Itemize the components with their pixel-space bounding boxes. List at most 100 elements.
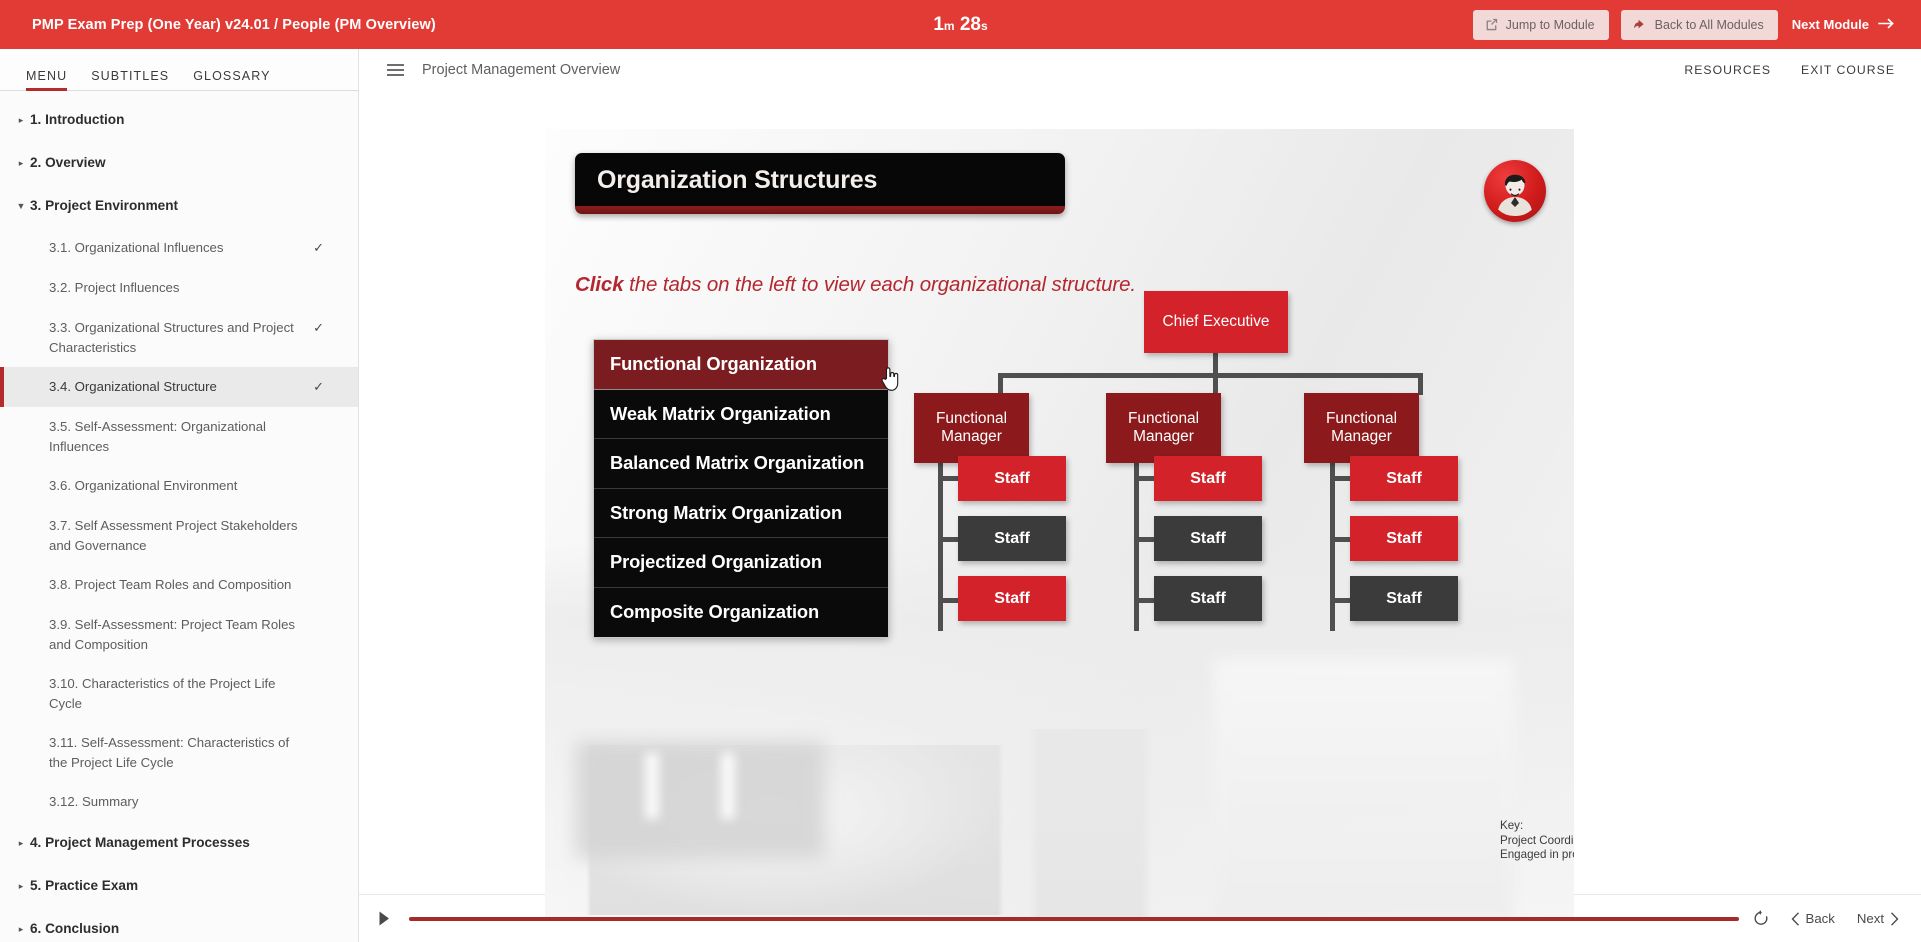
play-icon [379,911,389,926]
next-button[interactable]: Next [1857,911,1899,926]
slide-background-blur-shape-2 [645,753,659,819]
org-node-staff-c1-r2: Staff [958,516,1066,561]
chevron-right-icon: ▸ [18,158,24,168]
sidebar-lesson-13[interactable]: 3.11. Self-Assessment: Characteristics o… [0,723,358,782]
sidebar-lesson-8[interactable]: 3.6. Organizational Environment [0,466,358,506]
timer-seconds-unit: s [980,18,988,33]
course-breadcrumb-title: PMP Exam Prep (One Year) v24.01 / People… [32,16,436,33]
chart-legend: Key: Project Coordination Engaged in pro… [1500,819,1574,863]
org-node-staff-c2-r3: Staff [1154,576,1262,621]
sidebar-lesson-label: 3.8. Project Team Roles and Composition [49,577,292,592]
top-bar-actions: Jump to Module Back to All Modules Next … [1472,9,1897,40]
back-button[interactable]: Back [1791,911,1835,926]
sidebar-section-17[interactable]: ▸ 6. Conclusion [0,908,358,942]
sidebar-lesson-5[interactable]: 3.3. Organizational Structures and Proje… [0,308,358,367]
course-outline-list[interactable]: ▸ 1. Introduction ▸ 2. Overview ▼ 3. Project … [0,91,358,942]
connector-manager-2-down [1213,373,1218,395]
app-top-bar: PMP Exam Prep (One Year) v24.01 / People… [0,0,1921,49]
connector-manager-1-down [998,373,1003,395]
slide-title-text: Organization Structures [597,166,878,194]
back-to-all-modules-label: Back to All Modules [1654,17,1764,32]
back-to-all-modules-button[interactable]: Back to All Modules [1620,9,1778,40]
structure-tab-2[interactable]: Balanced Matrix Organization [594,439,888,489]
next-module-button[interactable]: Next Module [1790,13,1897,36]
reply-arrow-icon [1633,18,1647,31]
next-module-label: Next Module [1791,17,1869,32]
structure-tab-3[interactable]: Strong Matrix Organization [594,488,888,538]
sidebar-lesson-7[interactable]: 3.5. Self-Assessment: Organizational Inf… [0,407,358,466]
sidebar-section-0[interactable]: ▸ 1. Introduction [0,99,358,142]
exit-course-link[interactable]: EXIT COURSE [1801,63,1895,77]
sidebar-lesson-3[interactable]: 3.1. Organizational Influences ✓ [0,228,358,268]
sidebar-lesson-6-selected[interactable]: 3.4. Organizational Structure ✓ [0,367,358,407]
sidebar-section-label: 4. Project Management Processes [30,835,250,850]
sidebar-lesson-label: 3.7. Self Assessment Project Stakeholder… [49,518,298,553]
content-header-actions: RESOURCES EXIT COURSE [1684,63,1895,77]
sidebar-lesson-14[interactable]: 3.12. Summary [0,782,358,822]
progress-scrubber[interactable] [409,916,1739,921]
sidebar-lesson-12[interactable]: 3.10. Characteristics of the Project Lif… [0,664,358,723]
connector-manager-3-down [1418,373,1423,395]
avatar [1484,160,1546,222]
course-sidebar: MENU SUBTITLES GLOSSARY ▸ 1. Introduction… [0,49,359,942]
sidebar-lesson-label: 3.2. Project Influences [49,280,180,295]
sidebar-tab-glossary[interactable]: GLOSSARY [193,69,270,90]
sidebar-section-label: 2. Overview [30,155,106,170]
sidebar-lesson-label: 3.4. Organizational Structure [49,379,217,394]
org-node-staff-c1-r3: Staff [958,576,1066,621]
main-content-area: Project Management Overview RESOURCES EX… [359,49,1921,942]
org-node-functional-manager-3: Functional Manager [1304,393,1419,463]
chart-legend-text: Key: Project Coordination Engaged in pro… [1500,819,1574,863]
sidebar-section-15[interactable]: ▸ 4. Project Management Processes [0,822,358,865]
timer-minutes-unit: m [943,18,955,33]
play-button[interactable] [373,908,395,930]
sidebar-lesson-label: 3.9. Self-Assessment: Project Team Roles… [49,617,296,652]
connector-manager-bus [998,373,1423,378]
organization-structure-tab-list[interactable]: Functional Organization Weak Matrix Organ… [593,339,889,638]
external-link-icon [1485,18,1498,31]
sidebar-section-label: 6. Conclusion [30,921,120,936]
replay-button[interactable] [1753,910,1769,927]
slide-background-blur-shape-1 [575,741,825,859]
sidebar-lesson-11[interactable]: 3.9. Self-Assessment: Project Team Roles… [0,605,358,664]
sidebar-section-label: 1. Introduction [30,112,125,127]
menu-toggle-icon[interactable] [385,60,406,80]
chart-legend-line-1: Project Coordination [1500,833,1574,847]
sidebar-lesson-label: 3.6. Organizational Environment [49,478,238,493]
jump-to-module-button[interactable]: Jump to Module [1472,9,1609,40]
checkmark-icon: ✓ [313,379,324,394]
slide-title-banner: Organization Structures [575,153,1065,214]
chart-legend-line-2: Engaged in project activities [1500,848,1574,862]
slide-canvas: Organization Structures Click the tabs o… [545,129,1574,919]
org-node-staff-c3-r3: Staff [1350,576,1458,621]
sidebar-section-1[interactable]: ▸ 2. Overview [0,142,358,185]
resources-link[interactable]: RESOURCES [1684,63,1771,77]
checkmark-icon: ✓ [313,320,324,335]
timer-minutes: 1 [933,13,944,35]
org-node-functional-manager-2: Functional Manager [1106,393,1221,463]
structure-tab-0-active[interactable]: Functional Organization [594,340,888,390]
sidebar-tab-subtitles[interactable]: SUBTITLES [91,69,169,90]
sidebar-lesson-9[interactable]: 3.7. Self Assessment Project Stakeholder… [0,506,358,565]
chevron-right-icon: ▸ [18,838,24,848]
sidebar-lesson-label: 3.5. Self-Assessment: Organizational Inf… [49,419,266,454]
structure-tab-4[interactable]: Projectized Organization [594,538,888,588]
sidebar-section-label: 3. Project Environment [30,198,179,213]
org-node-chief-executive: Chief Executive [1144,291,1288,353]
sidebar-tab-menu[interactable]: MENU [26,69,68,91]
sidebar-lesson-label: 3.1. Organizational Influences [49,240,224,255]
sidebar-section-label: 5. Practice Exam [30,878,139,893]
sidebar-lesson-label: 3.10. Characteristics of the Project Lif… [49,676,276,711]
sidebar-lesson-label: 3.12. Summary [49,794,139,809]
slide-stage: Organization Structures Click the tabs o… [359,90,1921,919]
chart-legend-heading: Key: [1500,819,1524,832]
next-button-label: Next [1856,911,1884,926]
structure-tab-1[interactable]: Weak Matrix Organization [594,389,888,439]
sidebar-lesson-4[interactable]: 3.2. Project Influences [0,268,358,308]
sidebar-section-16[interactable]: ▸ 5. Practice Exam [0,865,358,908]
back-button-label: Back [1805,911,1835,926]
sidebar-section-2[interactable]: ▼ 3. Project Environment [0,185,358,228]
avatar-person-illustration [1498,174,1532,217]
sidebar-lesson-10[interactable]: 3.8. Project Team Roles and Composition [0,565,358,605]
structure-tab-5[interactable]: Composite Organization [594,587,888,637]
